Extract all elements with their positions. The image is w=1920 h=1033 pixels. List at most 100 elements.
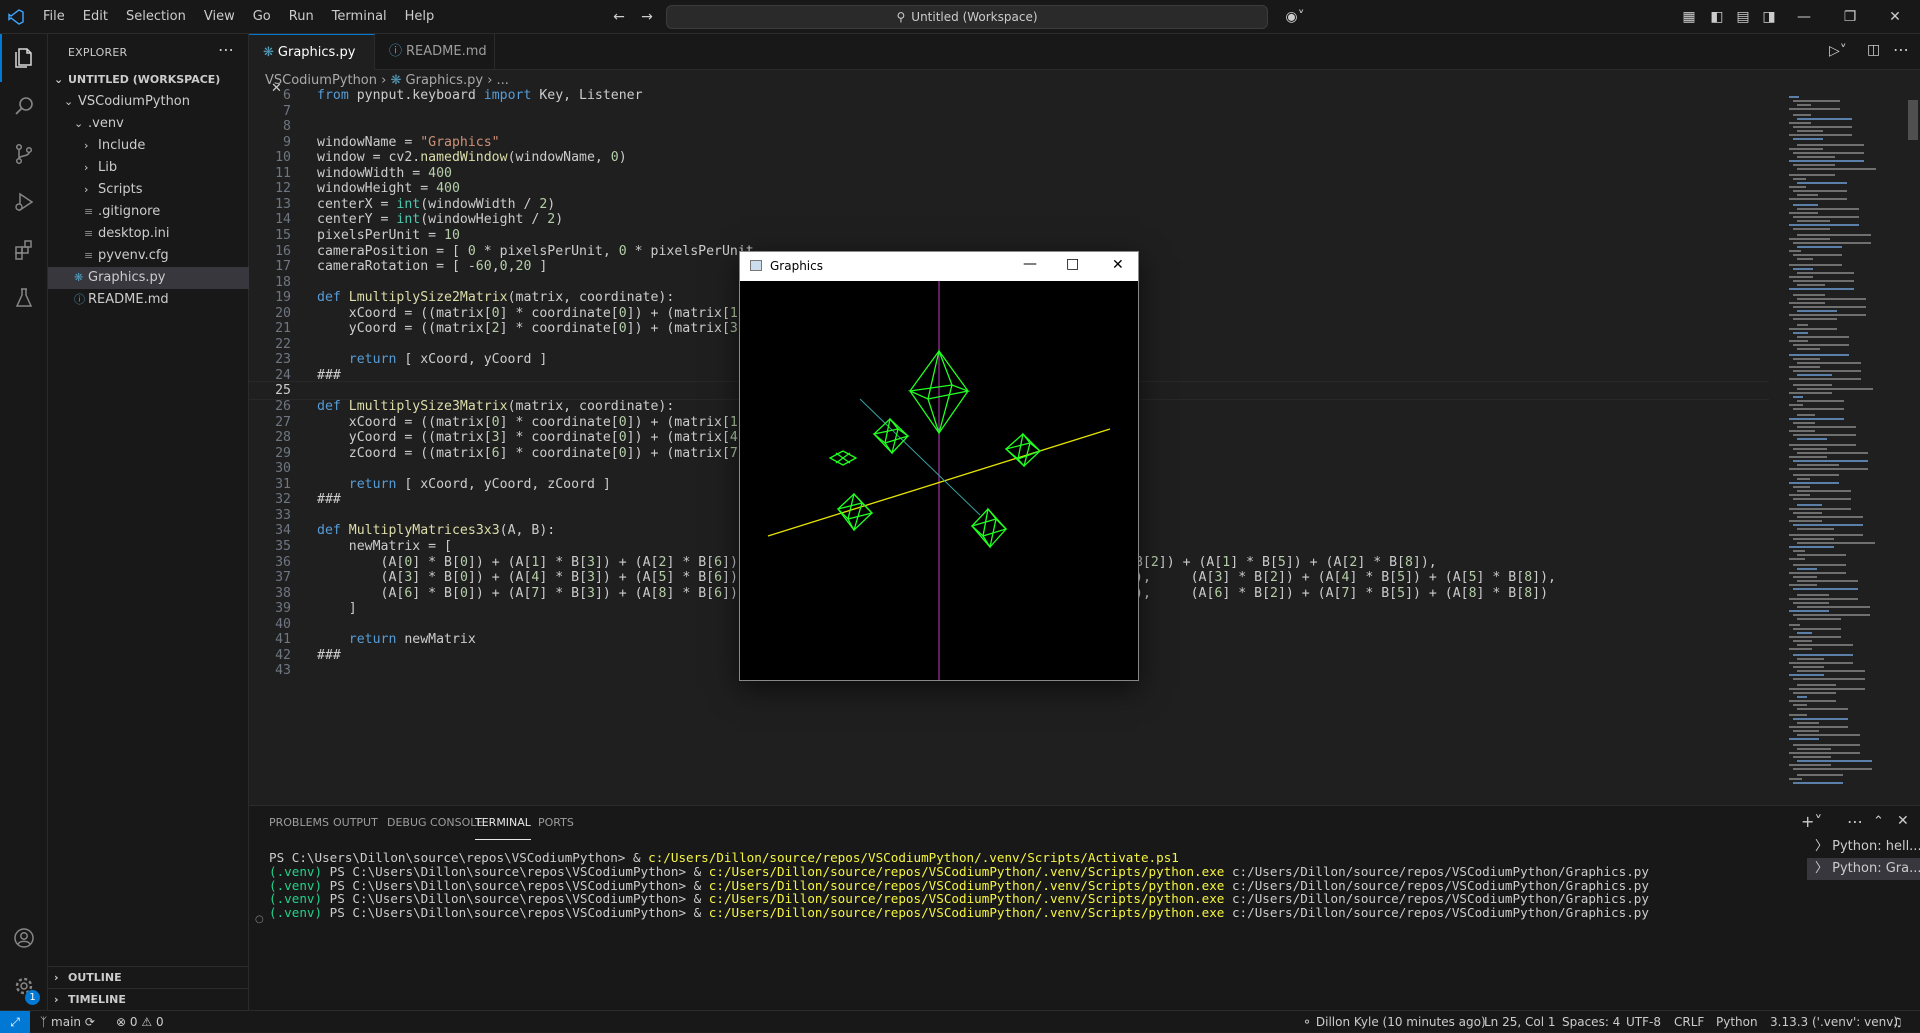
timeline-section-header[interactable]: › TIMELINE [48,988,249,1010]
editor-scrollbar[interactable] [1906,92,1920,792]
back-arrow-icon[interactable]: ← [608,6,630,28]
tab-readme-md[interactable]: ⓘ README.md [375,34,495,70]
tab-graphics-py[interactable]: ❋ Graphics.py ✕ [249,34,375,96]
explorer-item-include[interactable]: › Include [48,135,249,157]
command-center-search[interactable]: ⚲ Untitled (Workspace) [666,5,1268,29]
line-ending[interactable]: CRLF [1674,1011,1704,1033]
indentation[interactable]: Spaces: 4 [1562,1011,1620,1033]
graphics-canvas[interactable] [740,281,1138,680]
more-actions-icon[interactable]: ⋯ [1847,812,1863,831]
code-line[interactable]: yCoord = ((matrix[2] * coordinate[0]) + … [317,319,746,338]
close-icon[interactable]: ✕ [1112,257,1124,273]
terminal-arg: c:/Users/Dillon/source/repos/VSCodiumPyt… [1224,905,1649,921]
code-line[interactable]: return [ xCoord, yCoord ] [317,350,548,369]
panel-tab-debug-console[interactable]: DEBUG CONSOLE [387,806,483,840]
terminal-instance[interactable]: 〉 Python: hell... [1807,836,1920,858]
toggle-secondary-sidebar-icon[interactable]: ◨ [1758,6,1780,28]
cursor-position[interactable]: Ln 25, Col 1 [1484,1011,1556,1033]
forward-arrow-icon[interactable]: → [636,6,658,28]
code-line[interactable]: cameraRotation = [ -60,0,20 ] [317,257,547,276]
run-debug-icon[interactable] [0,178,48,226]
menu-file[interactable]: File [34,0,74,34]
panel-tab-ports[interactable]: PORTS [538,806,574,840]
minimap-line [1797,220,1830,222]
toggle-sidebar-icon[interactable]: ◧ [1706,6,1728,28]
language-mode[interactable]: Python [1716,1011,1758,1033]
panel-tab-output[interactable]: OUTPUT [333,806,378,840]
graphics-window[interactable]: Graphics — □ ✕ [739,251,1139,681]
explorer-item-label: Include [98,138,146,153]
maximize-icon[interactable]: □ [1066,256,1079,272]
minimap-line [1797,708,1848,710]
code-line[interactable]: from pynput.keyboard import Key, Listene… [317,86,643,105]
accounts-icon[interactable] [0,914,48,962]
notifications-bell-icon[interactable]: ♫ [1892,1011,1903,1033]
menu-go[interactable]: Go [244,0,280,34]
scrollbar-thumb[interactable] [1908,100,1918,140]
explorer-item-graphics-py[interactable]: ❋ Graphics.py [48,267,249,289]
menu-help[interactable]: Help [396,0,444,34]
workspace-section-header[interactable]: ⌄ UNTITLED (WORKSPACE) [48,69,249,91]
code-line[interactable]: ] [317,599,357,618]
encoding[interactable]: UTF-8 [1626,1011,1661,1033]
timeline-label: TIMELINE [68,993,126,1006]
panel-tab-problems[interactable]: PROBLEMS [269,806,329,840]
minimap-line [1789,238,1830,240]
source-control-icon[interactable] [0,130,48,178]
explorer-item-venv[interactable]: ⌄ .venv [48,113,249,135]
copilot-icon[interactable]: ◉˅ [1280,6,1310,28]
git-blame-status[interactable]: ⚬ Dillon Kyle (10 minutes ago) [1302,1011,1486,1033]
minimap[interactable] [1785,92,1905,792]
menu-edit[interactable]: Edit [74,0,117,34]
split-editor-icon[interactable]: ◫ [1867,42,1880,58]
minimap-line [1789,328,1837,330]
close-panel-icon[interactable]: ✕ [1897,813,1909,829]
extensions-icon[interactable] [0,226,48,274]
minimap-line [1797,426,1856,428]
testing-icon[interactable] [0,274,48,322]
explorer-item-lib[interactable]: › Lib [48,157,249,179]
menu-terminal[interactable]: Terminal [323,0,396,34]
code-line[interactable]: ### [317,646,341,665]
explorer-icon[interactable] [0,34,48,82]
minimap-line [1797,722,1819,724]
search-icon[interactable] [0,82,48,130]
problems-status[interactable]: ⊗ 0 ⚠ 0 [116,1011,164,1033]
minimap-line [1797,568,1817,570]
minimize-icon[interactable]: — [1793,6,1815,28]
minimap-line [1793,512,1822,514]
remote-indicator[interactable]: ⤢ [0,1011,30,1033]
code-line[interactable]: return [ xCoord, yCoord, zCoord ] [317,475,611,494]
panel-tab-terminal[interactable]: TERMINAL [475,806,531,840]
code-line[interactable]: ### [317,490,341,509]
manage-gear-icon[interactable]: 1 [0,962,48,1010]
restore-icon[interactable]: ❐ [1839,6,1861,28]
more-actions-icon[interactable]: ⋯ [218,40,234,59]
minimap-line [1793,280,1854,282]
menu-selection[interactable]: Selection [117,0,195,34]
more-actions-icon[interactable]: ⋯ [1893,40,1909,59]
outline-section-header[interactable]: › OUTLINE [48,966,249,988]
new-terminal-icon[interactable]: +˅ [1801,812,1822,831]
branch-status[interactable]: ᛉ main ⟳ [40,1011,95,1033]
terminal-instance[interactable]: 〉 Python: Gra... [1807,858,1920,880]
graphics-window-titlebar[interactable]: Graphics — □ ✕ [740,252,1138,281]
explorer-item-vscodiumpython[interactable]: ⌄ VSCodiumPython [48,91,249,113]
explorer-item-pyvenv-cfg[interactable]: ≡ pyvenv.cfg [48,245,249,267]
customize-layout-icon[interactable]: ▦ [1678,6,1700,28]
close-icon[interactable]: ✕ [1884,6,1906,28]
toggle-panel-icon[interactable]: ▤ [1732,6,1754,28]
explorer-item-gitignore[interactable]: ≡ .gitignore [48,201,249,223]
run-python-file-icon[interactable]: ▷˅ [1829,43,1847,59]
menu-run[interactable]: Run [280,0,323,34]
minimize-icon[interactable]: — [1023,256,1037,272]
minimap-line [1797,388,1873,390]
python-interpreter[interactable]: 3.13.3 ('.venv': venv) [1770,1011,1898,1033]
explorer-item-desktop-ini[interactable]: ≡ desktop.ini [48,223,249,245]
chevron-up-icon[interactable]: ⌃ [1873,814,1884,829]
code-line[interactable]: zCoord = ((matrix[6] * coordinate[0]) + … [317,444,746,463]
explorer-item-readme-md[interactable]: ⓘ README.md [48,289,249,311]
minimap-line [1789,288,1854,290]
explorer-item-scripts[interactable]: › Scripts [48,179,249,201]
menu-view[interactable]: View [195,0,244,34]
